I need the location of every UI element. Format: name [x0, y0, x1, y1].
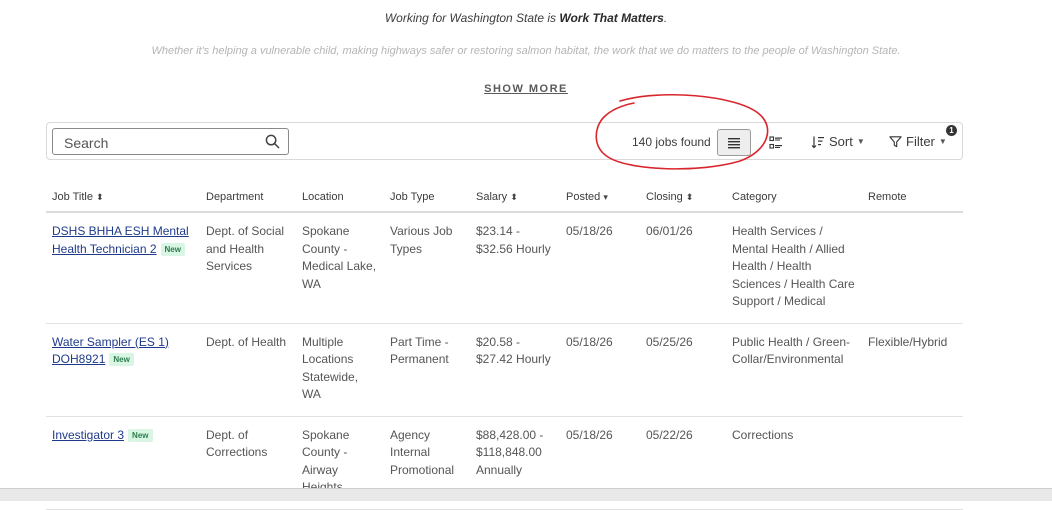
header-posted[interactable]: Posted ▾	[560, 181, 640, 213]
intro-heading: Working for Washington State is Work Tha…	[0, 11, 1052, 25]
new-badge: New	[160, 242, 185, 256]
new-badge: New	[128, 428, 153, 442]
window-bottom-edge	[0, 488, 1052, 501]
department-cell: Dept. of Social and Health Services	[200, 212, 296, 324]
search-icon[interactable]	[265, 134, 280, 149]
posted-cell: 05/18/26	[560, 212, 640, 324]
sort-both-icon: ⬍	[510, 192, 518, 202]
job-title-link[interactable]: Investigator 3	[52, 428, 124, 442]
remote-cell	[862, 212, 963, 324]
list-view-icon	[728, 137, 740, 148]
sort-label: Sort	[829, 134, 853, 149]
filter-count-badge: 1	[946, 125, 957, 136]
header-location: Location	[296, 181, 384, 213]
jobs-table: Job Title ⬍ Department Location Job Type…	[46, 181, 963, 510]
table-row: Water Sampler (ES 1) DOH8921 New Dept. of…	[46, 323, 963, 417]
category-cell: Public Health / Green-Collar/Environment…	[726, 323, 862, 417]
sort-both-icon: ⬍	[685, 192, 694, 202]
card-view-button[interactable]	[765, 132, 787, 154]
closing-cell: 05/25/26	[640, 323, 726, 417]
sort-icon	[811, 136, 824, 148]
department-cell: Dept. of Health	[200, 323, 296, 417]
job-type-cell: Various Job Types	[384, 212, 470, 324]
sort-desc-icon: ▾	[603, 192, 608, 202]
table-header-row: Job Title ⬍ Department Location Job Type…	[46, 181, 963, 213]
intro-prefix: Working for Washington State is	[384, 11, 560, 25]
card-view-icon	[769, 136, 782, 149]
search-box	[52, 128, 289, 155]
job-title-cell: DSHS BHHA ESH Mental Health Technician 2…	[46, 212, 200, 324]
header-department: Department	[200, 181, 296, 213]
location-cell: Multiple Locations Statewide, WA	[296, 323, 384, 417]
job-type-cell: Part Time - Permanent	[384, 323, 470, 417]
filter-label: Filter	[906, 134, 935, 149]
sort-button[interactable]: Sort ▼	[811, 134, 865, 149]
header-remote: Remote	[862, 181, 963, 213]
posted-cell: 05/18/26	[560, 323, 640, 417]
intro-suffix: .	[663, 11, 668, 25]
new-badge: New	[109, 353, 134, 367]
jobs-found-count: 140 jobs found	[632, 135, 711, 149]
job-title-cell: Water Sampler (ES 1) DOH8921 New	[46, 323, 200, 417]
table-row: DSHS BHHA ESH Mental Health Technician 2…	[46, 212, 963, 324]
intro-emphasis: Work That Matters	[559, 11, 664, 25]
chevron-down-icon: ▼	[938, 137, 947, 146]
closing-cell: 06/01/26	[640, 212, 726, 324]
sort-both-icon: ⬍	[96, 192, 104, 202]
header-job-type: Job Type	[384, 181, 470, 213]
category-cell: Health Services / Mental Health / Allied…	[726, 212, 862, 324]
job-toolbar: 140 jobs found Sort ▼	[46, 122, 963, 160]
intro-subtext: Whether it's helping a vulnerable child,…	[151, 45, 901, 57]
remote-cell: Flexible/Hybrid	[862, 323, 963, 417]
filter-icon	[889, 136, 902, 148]
salary-cell: $20.58 - $27.42 Hourly	[470, 323, 560, 417]
show-more-container: SHOW MORE	[0, 79, 1052, 97]
salary-cell: $23.14 - $32.56 Hourly	[470, 212, 560, 324]
header-closing[interactable]: Closing ⬍	[640, 181, 726, 213]
show-more-link[interactable]: SHOW MORE	[484, 83, 568, 95]
filter-button[interactable]: Filter ▼	[889, 134, 947, 149]
header-job-title[interactable]: Job Title ⬍	[46, 181, 200, 213]
header-category: Category	[726, 181, 862, 213]
chevron-down-icon: ▼	[856, 137, 865, 146]
list-view-button[interactable]	[717, 129, 751, 156]
location-cell: Spokane County - Medical Lake, WA	[296, 212, 384, 324]
header-salary[interactable]: Salary ⬍	[470, 181, 560, 213]
search-input[interactable]	[62, 132, 261, 154]
